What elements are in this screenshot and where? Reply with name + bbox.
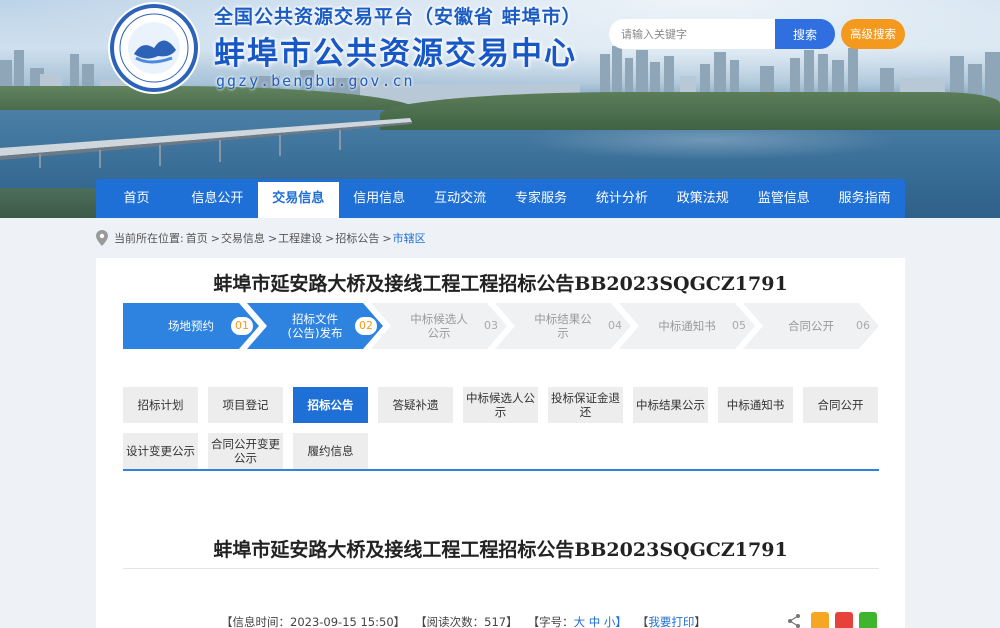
print-close-bracket: 】 — [694, 615, 706, 628]
breadcrumb-item-trade-info[interactable]: 交易信息 — [221, 230, 265, 246]
share-qzone-icon[interactable] — [811, 612, 829, 628]
tab-contract-change[interactable]: 合同公开变更公示 — [208, 433, 283, 469]
tab-tender-notice[interactable]: 招标公告 — [293, 387, 368, 423]
step-contract-public[interactable]: 合同公开 06 — [743, 303, 879, 349]
center-title: 蚌埠市公共资源交易中心 — [214, 36, 577, 72]
step-label: 中标通知书 — [658, 319, 716, 333]
site-logo[interactable] — [110, 4, 198, 92]
breadcrumb-separator: > — [325, 231, 335, 245]
page-title: 蚌埠市延安路大桥及接线工程工程招标公告BB2023SQGCZ1791 — [213, 273, 788, 295]
breadcrumb-item-district[interactable]: 市辖区 — [393, 230, 426, 246]
step-label: 招标文件 (公告)发布 — [287, 312, 343, 340]
tab-performance-info[interactable]: 履约信息 — [293, 433, 368, 469]
step-label: 中标候选人 公示 — [410, 312, 468, 340]
share-weibo-icon[interactable] — [835, 612, 853, 628]
breadcrumb: 当前所在位置: 首页 > 交易信息 > 工程建设 > 招标公告 > 市辖区 — [96, 229, 428, 247]
tab-project-registration[interactable]: 项目登记 — [208, 387, 283, 423]
tab-qa-supplement[interactable]: 答疑补遗 — [378, 387, 453, 423]
meta-views-label: 【阅读次数： — [415, 615, 485, 628]
step-number: 05 — [732, 319, 746, 332]
nav-item-supervision[interactable]: 监管信息 — [743, 179, 824, 218]
meta-views: 【阅读次数：517】 — [415, 614, 517, 628]
step-number: 03 — [484, 319, 498, 332]
step-candidate-notice[interactable]: 中标候选人 公示 03 — [371, 303, 507, 349]
step-number: 01 — [231, 317, 253, 335]
breadcrumb-separator: > — [267, 231, 278, 245]
tabs-underline — [123, 469, 879, 471]
process-steps: 场地预约 01 招标文件 (公告)发布 02 中标候选人 公示 03 中标结果公… — [123, 303, 879, 349]
step-venue-booking[interactable]: 场地预约 01 — [123, 303, 259, 349]
meta-font-size: 【字号：大 中 小】 — [528, 614, 627, 628]
nav-item-credit-info[interactable]: 信用信息 — [339, 179, 420, 218]
shore-greenery — [380, 92, 1000, 130]
advanced-search-button[interactable]: 高级搜索 — [841, 19, 905, 49]
meta-views-value: 517】 — [484, 615, 518, 628]
tab-award-letter[interactable]: 中标通知书 — [718, 387, 793, 423]
font-medium-link[interactable]: 中 — [589, 615, 601, 628]
print-link[interactable]: 我要打印 — [648, 615, 694, 628]
nav-item-policy[interactable]: 政策法规 — [662, 179, 743, 218]
print-open-bracket: 【 — [636, 615, 649, 628]
font-large-link[interactable]: 大 — [574, 615, 586, 628]
step-result-notice[interactable]: 中标结果公 示 04 — [495, 303, 631, 349]
step-award-letter[interactable]: 中标通知书 05 — [619, 303, 755, 349]
share-wechat-icon[interactable] — [859, 612, 877, 628]
breadcrumb-item-tender-notice[interactable]: 招标公告 — [335, 230, 379, 246]
location-pin-icon — [96, 230, 108, 246]
font-small-link[interactable]: 小】 — [604, 615, 627, 628]
meta-time-label: 【信息时间： — [221, 615, 290, 628]
platform-title: 全国公共资源交易平台（安徽省 蚌埠市） — [214, 6, 582, 28]
meta-time: 【信息时间：2023-09-15 15:50】 — [221, 614, 405, 628]
step-number: 04 — [608, 319, 622, 332]
tab-design-change[interactable]: 设计变更公示 — [123, 433, 198, 469]
nav-item-expert-service[interactable]: 专家服务 — [501, 179, 582, 218]
search-button[interactable]: 搜索 — [775, 19, 835, 49]
content-panel: 蚌埠市延安路大桥及接线工程工程招标公告BB2023SQGCZ1791 场地预约 … — [96, 258, 905, 628]
breadcrumb-item-construction[interactable]: 工程建设 — [278, 230, 322, 246]
nav-item-trade-info[interactable]: 交易信息 — [257, 179, 339, 218]
meta-font-label: 【字号： — [527, 615, 574, 628]
breadcrumb-prefix: 当前所在位置: — [114, 232, 184, 245]
site-domain: ggzy.bengbu.gov.cn — [216, 72, 415, 90]
title-divider — [123, 568, 879, 569]
nav-item-interaction[interactable]: 互动交流 — [420, 179, 501, 218]
step-label: 场地预约 — [168, 319, 214, 333]
tab-result-notice[interactable]: 中标结果公示 — [633, 387, 708, 423]
step-label: 中标结果公 示 — [534, 312, 592, 340]
share-bar — [786, 612, 883, 628]
step-label: 合同公开 — [788, 319, 834, 333]
step-number: 06 — [856, 319, 870, 332]
tab-deposit-refund[interactable]: 投标保证金退还 — [548, 387, 623, 423]
meta-print: 【我要打印】 — [637, 614, 706, 628]
breadcrumb-item-home[interactable]: 首页 — [186, 230, 208, 246]
document-title: 蚌埠市延安路大桥及接线工程工程招标公告BB2023SQGCZ1791 — [213, 539, 788, 561]
main-nav: 首页 信息公开 交易信息 信用信息 互动交流 专家服务 统计分析 政策法规 监管… — [96, 179, 905, 218]
step-tender-release[interactable]: 招标文件 (公告)发布 02 — [247, 303, 383, 349]
search-input[interactable] — [609, 19, 777, 49]
breadcrumb-separator: > — [210, 231, 220, 245]
nav-item-home[interactable]: 首页 — [96, 179, 177, 218]
tab-tender-plan[interactable]: 招标计划 — [123, 387, 198, 423]
bridge-graphic — [0, 118, 412, 168]
nav-item-statistics[interactable]: 统计分析 — [581, 179, 662, 218]
nav-item-info-disclosure[interactable]: 信息公开 — [177, 179, 258, 218]
breadcrumb-separator: > — [382, 231, 392, 245]
document-meta: 【信息时间：2023-09-15 15:50】 【阅读次数：517】 【字号：大… — [221, 614, 716, 628]
step-number: 02 — [355, 317, 377, 335]
tab-contract-public[interactable]: 合同公开 — [803, 387, 878, 423]
logo-emblem-icon — [118, 12, 190, 84]
share-icon — [788, 614, 800, 628]
meta-time-value: 2023-09-15 15:50】 — [290, 615, 406, 628]
nav-item-service-guide[interactable]: 服务指南 — [824, 179, 905, 218]
tab-candidate-notice[interactable]: 中标候选人公示 — [463, 387, 538, 423]
